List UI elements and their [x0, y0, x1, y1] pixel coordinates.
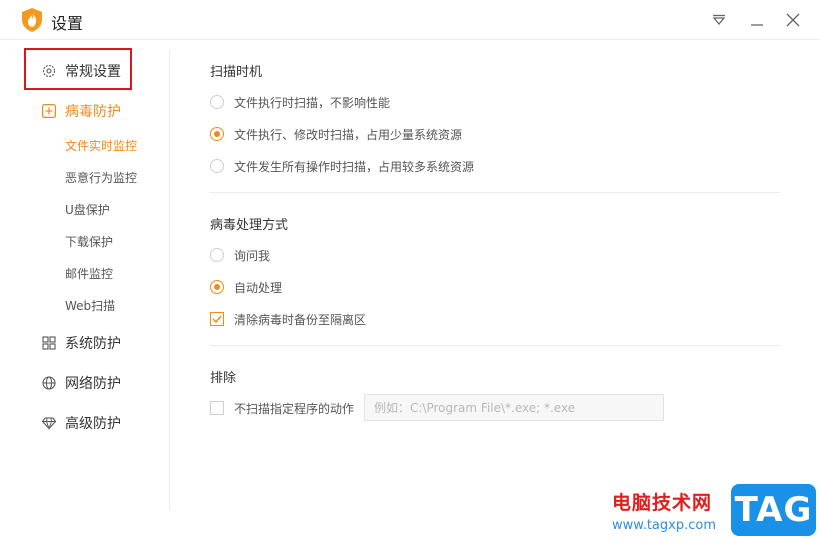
- radio-button[interactable]: [210, 248, 224, 262]
- radio-button-selected[interactable]: [210, 280, 224, 294]
- section-divider: [210, 345, 780, 346]
- sidebar-sub-usb[interactable]: U盘保护: [65, 201, 110, 219]
- radio-button[interactable]: [210, 159, 224, 173]
- handling-option-ask[interactable]: 询问我: [210, 246, 270, 264]
- option-label: 询问我: [234, 248, 271, 263]
- title-bar: 设置: [0, 0, 820, 40]
- sidebar-item-general[interactable]: 常规设置: [42, 59, 121, 83]
- minimize-icon[interactable]: [745, 8, 769, 32]
- sidebar-item-advanced[interactable]: 高级防护: [42, 411, 121, 435]
- globe-icon: [42, 376, 56, 390]
- radio-button-selected[interactable]: [210, 127, 224, 141]
- sidebar-sub-download[interactable]: 下载保护: [65, 233, 113, 251]
- sidebar-item-label: 常规设置: [65, 64, 121, 80]
- window-title: 设置: [51, 14, 84, 33]
- sidebar-item-network[interactable]: 网络防护: [42, 371, 121, 395]
- virus-handling-title: 病毒处理方式: [210, 218, 289, 233]
- scan-timing-title: 扫描时机: [210, 65, 263, 80]
- option-label: 文件执行、修改时扫描，占用少量系统资源: [234, 127, 463, 142]
- watermark-text: 电脑技术网: [612, 492, 713, 514]
- scan-option-execute[interactable]: 文件执行时扫描，不影响性能: [210, 93, 390, 111]
- sidebar-item-label: 高级防护: [65, 416, 121, 432]
- checkmark-icon[interactable]: [210, 312, 224, 326]
- handling-option-auto[interactable]: 自动处理: [210, 278, 282, 296]
- diamond-icon: [42, 416, 56, 430]
- section-divider: [210, 192, 780, 193]
- plus-square-icon: [42, 104, 56, 118]
- exclude-title: 排除: [210, 371, 237, 386]
- sidebar-item-virus[interactable]: 病毒防护: [42, 99, 121, 123]
- exclude-program-input[interactable]: [364, 394, 664, 421]
- radio-button[interactable]: [210, 95, 224, 109]
- option-label: 自动处理: [234, 280, 283, 295]
- close-icon[interactable]: [781, 8, 805, 32]
- sidebar-divider: [169, 50, 170, 510]
- sidebar-sub-web[interactable]: Web扫描: [65, 297, 115, 315]
- sidebar-sub-behavior[interactable]: 恶意行为监控: [65, 169, 137, 187]
- sidebar-item-label: 病毒防护: [65, 104, 121, 120]
- option-label: 文件发生所有操作时扫描，占用较多系统资源: [234, 159, 475, 174]
- watermark-badge: TAG: [731, 484, 816, 536]
- sidebar-item-system[interactable]: 系统防护: [42, 331, 121, 355]
- sidebar-item-label: 系统防护: [65, 336, 121, 352]
- backup-quarantine-checkbox[interactable]: 清除病毒时备份至隔离区: [210, 310, 366, 328]
- app-logo-icon: [22, 8, 42, 32]
- sidebar-item-label: 网络防护: [65, 376, 121, 392]
- option-label: 清除病毒时备份至隔离区: [234, 312, 367, 327]
- menu-dropdown-icon[interactable]: [707, 8, 731, 32]
- sidebar-sub-realtime[interactable]: 文件实时监控: [65, 137, 137, 155]
- scan-option-execute-modify[interactable]: 文件执行、修改时扫描，占用少量系统资源: [210, 125, 462, 143]
- gear-icon: [42, 64, 56, 78]
- exclude-program-checkbox[interactable]: 不扫描指定程序的动作: [210, 399, 354, 417]
- option-label: 不扫描指定程序的动作: [234, 401, 355, 416]
- sidebar-sub-mail[interactable]: 邮件监控: [65, 265, 113, 283]
- grid-icon: [42, 336, 56, 350]
- scan-option-all[interactable]: 文件发生所有操作时扫描，占用较多系统资源: [210, 157, 474, 175]
- watermark-url: www.tagxp.com: [612, 518, 716, 533]
- checkbox[interactable]: [210, 401, 224, 415]
- option-label: 文件执行时扫描，不影响性能: [234, 95, 391, 110]
